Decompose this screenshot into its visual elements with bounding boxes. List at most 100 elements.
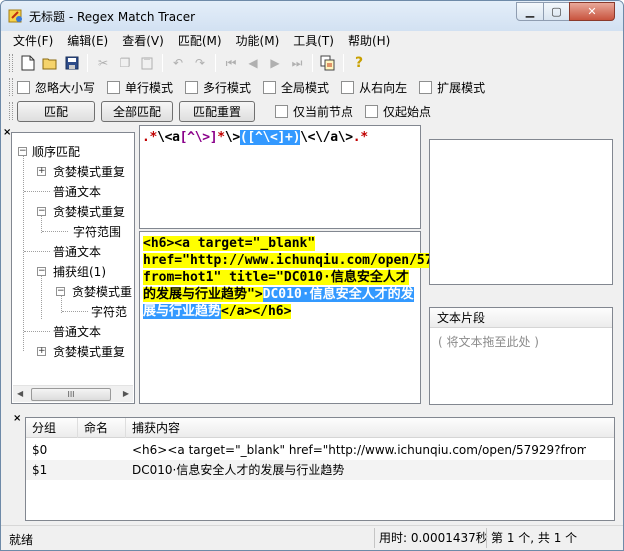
tree-collapse-toggle[interactable]: − [56,287,65,296]
checkbox-box[interactable] [365,104,379,118]
copy-icon[interactable]: ❐ [114,52,136,74]
close-button[interactable]: ✕ [569,2,615,21]
checkbox-label: 单行模式 [125,80,174,95]
multi-line-checkbox[interactable]: 多行模式 [185,79,251,96]
regex-any-token: .* [142,130,158,145]
checkbox-box[interactable] [341,80,355,94]
undo-icon[interactable]: ↶ [167,52,189,74]
toolbar-separator [343,54,344,72]
text-editor[interactable]: <h6><a target="_blank" href="http://www.… [139,231,464,404]
tree-node-text[interactable]: 普通文本 [53,323,101,340]
cut-icon[interactable]: ✂ [92,52,114,74]
global-mode-checkbox[interactable]: 全局模式 [263,79,329,96]
tree-node-text[interactable]: 普通文本 [53,183,101,200]
menu-function[interactable]: 功能(M) [229,31,287,51]
regex-expression[interactable]: .*\<a[^\>]*\>([^\<]+)\<\/a\>.* [142,130,368,145]
match-all-button[interactable]: 全部匹配 [101,100,173,122]
node-info-panel [429,139,613,285]
tree-node-text[interactable]: 普通文本 [53,243,101,260]
results-panel-close-button[interactable]: × [13,413,21,424]
table-row[interactable]: $0 <h6><a target="_blank" href="http://w… [26,440,614,460]
tree-node-greedy[interactable]: 贪婪模式重复 [53,343,125,360]
prev-match-icon[interactable]: ◀ [242,52,264,74]
tree-node-sequence[interactable]: 顺序匹配 [32,143,80,160]
cell-content: DC010·信息安全人才的发展与行业趋势 [132,463,345,477]
maximize-button[interactable]: ▢ [543,2,570,21]
tree-node-greedy[interactable]: 贪婪模式重复 [53,203,125,220]
toolbar-separator [312,54,313,72]
checkbox-box[interactable] [419,80,433,94]
menu-match[interactable]: 匹配(M) [171,31,229,51]
tree-node-greedy[interactable]: 贪婪模式重 [72,283,132,300]
last-match-icon[interactable]: ⏭ [286,52,308,74]
tree-expand-toggle[interactable]: + [37,167,46,176]
checkbox-label: 多行模式 [203,80,252,95]
options-grip[interactable] [9,78,13,96]
match-button[interactable]: 匹配 [17,100,95,122]
right-to-left-checkbox[interactable]: 从右向左 [341,79,407,96]
regex-any-token: .* [352,130,368,145]
tree-line [24,251,50,252]
start-only-checkbox[interactable]: 仅起始点 [365,103,431,120]
tree-collapse-toggle[interactable]: − [18,147,27,156]
checkbox-box[interactable] [263,80,277,94]
tree-line [42,231,68,232]
next-match-icon[interactable]: ▶ [264,52,286,74]
regex-literal-token: \<\/a\> [300,130,353,145]
column-header-name[interactable]: 命名 [78,418,126,438]
tree-node-char-range[interactable]: 字符范 [91,303,127,320]
menu-tools[interactable]: 工具(T) [286,31,341,51]
actions-grip[interactable] [9,102,13,120]
status-match-count: 第 1 个, 共 1 个 [486,528,586,548]
redo-icon[interactable]: ↷ [189,52,211,74]
tree-node-char-range[interactable]: 字符范围 [73,223,121,240]
toolbar: ✂ ❐ ↶ ↷ ⏮ ◀ ▶ ⏭ ? [7,51,619,75]
checkbox-box[interactable] [17,80,30,94]
first-match-icon[interactable]: ⏮ [220,52,242,74]
results-table: 分组 命名 捕获内容 $0 <h6><a target="_blank" hre… [25,417,615,521]
menu-view[interactable]: 查看(V) [115,31,171,51]
current-node-only-checkbox[interactable]: 仅当前节点 [275,103,353,120]
tree-node-capture-group[interactable]: 捕获组(1) [53,263,106,280]
tree-line [41,275,42,319]
tree-expand-toggle[interactable]: + [37,347,46,356]
help-icon[interactable]: ? [348,52,370,74]
single-line-checkbox[interactable]: 单行模式 [107,79,173,96]
cell-name [78,440,126,460]
regex-editor[interactable]: .*\<a[^\>]*\>([^\<]+)\<\/a\>.* [139,125,421,229]
tree-horizontal-scrollbar[interactable]: ◀ III ▶ [13,385,133,402]
text-fragment-panel[interactable]: 文本片段 ( 将文本拖至此处 ) [429,307,613,405]
cell-content: <h6><a target="_blank" href="http://www.… [132,443,586,457]
open-folder-icon[interactable] [39,52,61,74]
toolbar-separator [162,54,163,72]
checkbox-box[interactable] [275,104,288,118]
tree-node-greedy[interactable]: 贪婪模式重复 [53,163,125,180]
copy-regex-icon[interactable] [317,52,339,74]
column-header-group[interactable]: 分组 [26,418,78,438]
matched-text[interactable]: <h6><a target="_blank" href="http://www.… [143,235,464,320]
tree-collapse-toggle[interactable]: − [37,207,46,216]
menu-file[interactable]: 文件(F) [6,31,60,51]
match-reset-button[interactable]: 匹配重置 [179,100,255,122]
toolbar-grip[interactable] [9,54,13,72]
minimize-button[interactable]: ▁ [516,2,544,21]
table-row[interactable]: $1 DC010·信息安全人才的发展与行业趋势 [26,460,614,480]
new-file-icon[interactable] [17,52,39,74]
ignore-case-checkbox[interactable]: 忽略大小写 [17,79,95,96]
column-header-content[interactable]: 捕获内容 [126,418,614,438]
checkbox-box[interactable] [185,80,199,94]
scroll-thumb[interactable]: III [31,388,111,401]
extended-mode-checkbox[interactable]: 扩展模式 [419,79,485,96]
tree-collapse-toggle[interactable]: − [37,267,46,276]
menu-bar: 文件(F) 编辑(E) 查看(V) 匹配(M) 功能(M) 工具(T) 帮助(H… [6,31,618,51]
checkbox-box[interactable] [107,80,121,94]
scroll-right-arrow-icon[interactable]: ▶ [123,389,129,398]
match-highlight: </a></h6> [221,304,292,319]
scroll-left-arrow-icon[interactable]: ◀ [17,389,23,398]
menu-edit[interactable]: 编辑(E) [60,31,115,51]
paste-icon[interactable] [136,52,158,74]
cell-name [78,460,126,480]
menu-help[interactable]: 帮助(H) [341,31,397,51]
toolbar-separator [87,54,88,72]
save-icon[interactable] [61,52,83,74]
